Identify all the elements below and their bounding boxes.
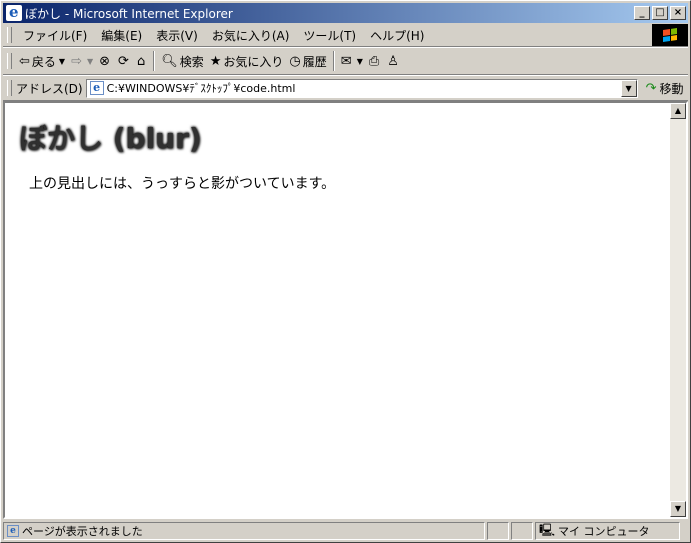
menu-bar: ファイル(F) 編集(E) 表示(V) お気に入り(A) ツール(T) ヘルプ(…: [3, 24, 688, 47]
search-icon: 🔍︎: [161, 53, 178, 69]
scroll-up-button[interactable]: ▲: [670, 103, 686, 119]
ie-icon: [6, 3, 22, 21]
my-computer-icon: 🖳: [539, 522, 556, 537]
history-button[interactable]: ◷ 履歴: [286, 50, 329, 72]
close-button[interactable]: ×: [670, 6, 686, 20]
stop-icon: ⊗: [99, 53, 111, 69]
page-done-icon: e: [7, 525, 19, 537]
window-title: ぼかし - Microsoft Internet Explorer: [25, 6, 233, 21]
back-arrow-icon: ⇦: [19, 53, 30, 69]
standard-toolbar: ⇦ 戻る ▼ ⇨ ▼ ⊗ ⟳ ⌂ 🔍︎ 検索 ★ お気に入り ◷ 履歴 ✉ ▼ …: [3, 47, 688, 75]
go-button[interactable]: ↷ 移動: [646, 80, 684, 97]
toolbar-separator: [332, 51, 335, 71]
mail-button[interactable]: ✉ ▼: [338, 50, 366, 72]
page-icon: e: [89, 81, 104, 95]
stop-button[interactable]: ⊗: [96, 50, 115, 72]
menu-file[interactable]: ファイル(F): [16, 27, 94, 44]
go-arrow-icon: ↷: [645, 80, 657, 96]
maximize-button[interactable]: □: [652, 6, 668, 20]
favorites-button[interactable]: ★ お気に入り: [207, 50, 287, 72]
ie-window: ぼかし - Microsoft Internet Explorer _ □ × …: [0, 0, 691, 543]
go-label: 移動: [659, 81, 684, 96]
history-label: 履歴: [302, 54, 327, 69]
back-button[interactable]: ⇦ 戻る ▼: [16, 50, 68, 72]
scroll-down-button[interactable]: ▼: [670, 501, 686, 517]
menubar-grip[interactable]: [7, 27, 12, 43]
status-zone-pane: 🖳 マイ コンピュータ: [535, 522, 680, 540]
print-button[interactable]: ⎙: [366, 50, 384, 72]
menu-help[interactable]: ヘルプ(H): [363, 27, 431, 44]
back-label: 戻る: [31, 54, 56, 69]
back-dropdown-icon[interactable]: ▼: [59, 57, 65, 66]
address-bar: アドレス(D) e C:¥WINDOWS¥ﾃﾞｽｸﾄｯﾌﾟ¥code.html …: [3, 75, 688, 101]
forward-button[interactable]: ⇨ ▼: [68, 50, 96, 72]
refresh-button[interactable]: ⟳: [115, 50, 134, 72]
addressbar-grip[interactable]: [7, 80, 12, 96]
history-icon: ◷: [289, 53, 301, 69]
address-label: アドレス(D): [16, 81, 83, 96]
mail-dropdown-icon[interactable]: ▼: [357, 57, 363, 66]
messenger-icon: ♙: [387, 53, 399, 69]
menu-favorites[interactable]: お気に入り(A): [205, 27, 297, 44]
home-button[interactable]: ⌂: [134, 50, 150, 72]
mail-icon: ✉: [340, 53, 352, 69]
status-pane-security: [511, 522, 533, 540]
forward-arrow-icon: ⇨: [71, 53, 82, 69]
refresh-icon: ⟳: [118, 53, 129, 69]
status-pane-progress: [487, 522, 509, 540]
page-body-text: 上の見出しには、うっすらと影がついています。: [29, 176, 336, 192]
address-value[interactable]: C:¥WINDOWS¥ﾃﾞｽｸﾄｯﾌﾟ¥code.html: [107, 80, 296, 96]
print-icon: ⎙: [368, 53, 380, 69]
title-bar[interactable]: ぼかし - Microsoft Internet Explorer _ □ ×: [3, 3, 688, 23]
browser-content: ぼかし (blur) 上の見出しには、うっすらと影がついています。 ▲ ▼: [3, 101, 688, 519]
messenger-button[interactable]: ♙: [384, 50, 404, 72]
address-input[interactable]: e C:¥WINDOWS¥ﾃﾞｽｸﾄｯﾌﾟ¥code.html ▼: [85, 78, 638, 98]
menu-edit[interactable]: 編集(E): [94, 27, 149, 44]
forward-dropdown-icon[interactable]: ▼: [87, 57, 93, 66]
menu-view[interactable]: 表示(V): [149, 27, 205, 44]
address-dropdown-button[interactable]: ▼: [620, 79, 637, 97]
home-icon: ⌂: [136, 53, 146, 69]
toolbar-grip[interactable]: [7, 53, 12, 69]
favorites-label: お気に入り: [223, 54, 284, 69]
menu-tools[interactable]: ツール(T): [296, 27, 363, 44]
minimize-button[interactable]: _: [634, 6, 650, 20]
page-heading: ぼかし (blur): [19, 122, 202, 155]
windows-logo-icon: [652, 24, 688, 46]
favorites-icon: ★: [209, 53, 222, 69]
status-zone: マイ コンピュータ: [558, 525, 650, 538]
status-message: ページが表示されました: [22, 525, 143, 538]
search-label: 検索: [179, 54, 204, 69]
toolbar-separator: [153, 51, 156, 71]
vertical-scrollbar[interactable]: ▲ ▼: [670, 103, 686, 517]
search-button[interactable]: 🔍︎ 検索: [158, 50, 207, 72]
window-controls: _ □ ×: [632, 6, 686, 20]
status-message-pane: e ページが表示されました: [3, 522, 485, 540]
status-bar: e ページが表示されました 🖳 マイ コンピュータ: [3, 521, 688, 541]
web-page: ぼかし (blur) 上の見出しには、うっすらと影がついています。: [5, 103, 670, 517]
